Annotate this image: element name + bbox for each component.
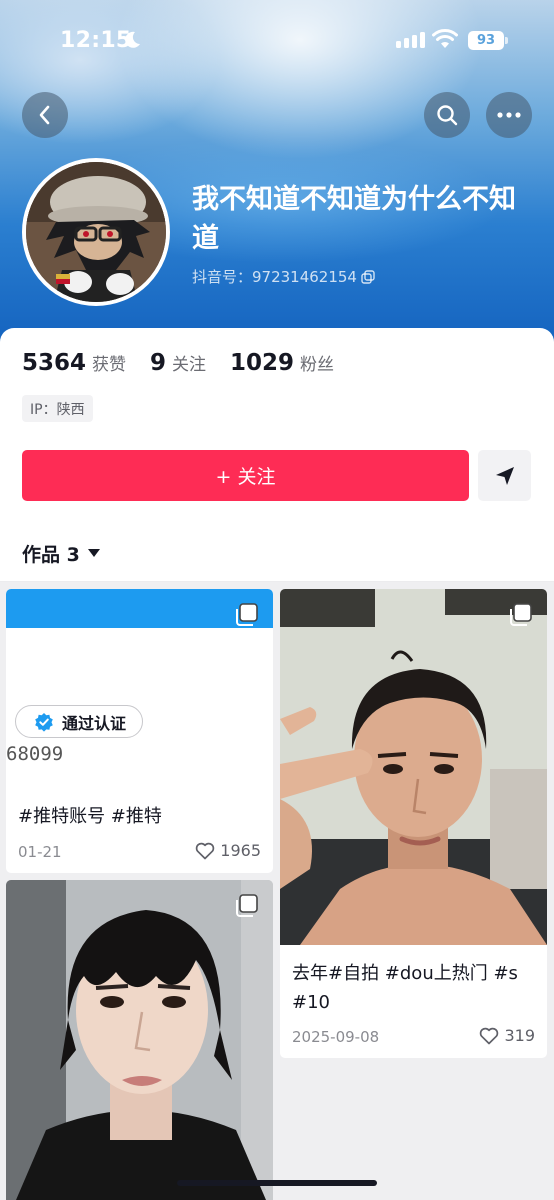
post-date: 2025-09-08 bbox=[292, 1028, 380, 1046]
battery-indicator: 93 bbox=[468, 31, 508, 50]
home-indicator[interactable] bbox=[177, 1180, 377, 1186]
stat-value: 9 bbox=[150, 350, 167, 376]
portrait-photo bbox=[6, 880, 273, 1200]
multi-image-icon bbox=[236, 894, 258, 917]
post-caption: 去年#自拍 #dou上热门 #s #10 bbox=[292, 963, 518, 1013]
stats-row: 5364 获赞 9 关注 1029 粉丝 bbox=[22, 350, 334, 376]
selfie-photo bbox=[280, 589, 547, 945]
verified-badge: 通过认证 bbox=[15, 705, 144, 738]
caret-down-icon bbox=[87, 549, 100, 557]
search-icon bbox=[437, 105, 458, 126]
post-cover: 通过认证 68099 bbox=[6, 589, 273, 789]
douyin-id-row[interactable]: 抖音号：97231462154 bbox=[192, 266, 375, 287]
wifi-icon bbox=[432, 29, 458, 48]
divider bbox=[0, 581, 554, 582]
moon-icon bbox=[125, 31, 140, 48]
back-button[interactable] bbox=[22, 92, 68, 138]
send-icon bbox=[495, 466, 514, 485]
douyin-id: 抖音号：97231462154 bbox=[192, 268, 357, 286]
tab-works-label: 作品 3 bbox=[22, 544, 80, 566]
verified-check-icon bbox=[35, 712, 53, 732]
post-likes: 319 bbox=[479, 1026, 535, 1045]
status-time: 12:15 bbox=[60, 28, 132, 53]
cover-header-strip bbox=[6, 589, 273, 628]
verified-label: 通过认证 bbox=[62, 713, 127, 733]
share-button[interactable] bbox=[478, 450, 531, 501]
multi-image-icon bbox=[510, 603, 532, 626]
stat-likes[interactable]: 5364 获赞 bbox=[22, 350, 126, 376]
post-card[interactable]: 通过认证 68099 #推特账号 #推特 01-21 1965 bbox=[6, 589, 273, 873]
stat-value: 5364 bbox=[22, 350, 87, 376]
stat-label: 关注 bbox=[172, 355, 207, 375]
stat-followers[interactable]: 1029 粉丝 bbox=[230, 350, 334, 376]
heart-icon bbox=[480, 1027, 499, 1044]
post-cover bbox=[280, 589, 547, 945]
stat-label: 粉丝 bbox=[300, 355, 335, 375]
stat-label: 获赞 bbox=[92, 355, 127, 375]
tab-works[interactable]: 作品 3 bbox=[22, 540, 100, 567]
cellular-signal-icon bbox=[396, 32, 425, 48]
avatar-image bbox=[26, 162, 166, 302]
ip-location-tag: IP：陕西 bbox=[22, 395, 93, 422]
more-dots-icon bbox=[497, 112, 521, 118]
avatar[interactable] bbox=[22, 158, 170, 306]
post-card[interactable] bbox=[6, 880, 273, 1200]
copy-icon[interactable] bbox=[361, 269, 375, 284]
post-caption: #推特账号 #推特 bbox=[18, 806, 162, 827]
post-card[interactable]: 去年#自拍 #dou上热门 #s #10 2025-09-08 319 bbox=[280, 589, 547, 1058]
heart-icon bbox=[196, 842, 215, 859]
stat-value: 1029 bbox=[230, 350, 295, 376]
follow-button[interactable]: + 关注 bbox=[22, 450, 469, 501]
post-cover bbox=[6, 880, 273, 1200]
post-likes-count: 319 bbox=[504, 1026, 535, 1045]
chevron-left-icon bbox=[39, 105, 50, 125]
more-button[interactable] bbox=[486, 92, 532, 138]
profile-card: 5364 获赞 9 关注 1029 粉丝 IP：陕西 + 关注 作品 3 bbox=[0, 328, 554, 582]
profile-nickname: 我不知道不知道为什么不知道 bbox=[192, 184, 516, 254]
post-likes: 1965 bbox=[195, 841, 261, 860]
multi-image-icon bbox=[236, 603, 258, 626]
search-button[interactable] bbox=[424, 92, 470, 138]
status-bar: 12:15 93 bbox=[0, 0, 554, 84]
stat-following[interactable]: 9 关注 bbox=[150, 350, 206, 376]
cover-number: 68099 bbox=[6, 743, 64, 765]
post-date: 01-21 bbox=[18, 843, 62, 861]
post-likes-count: 1965 bbox=[220, 841, 261, 860]
